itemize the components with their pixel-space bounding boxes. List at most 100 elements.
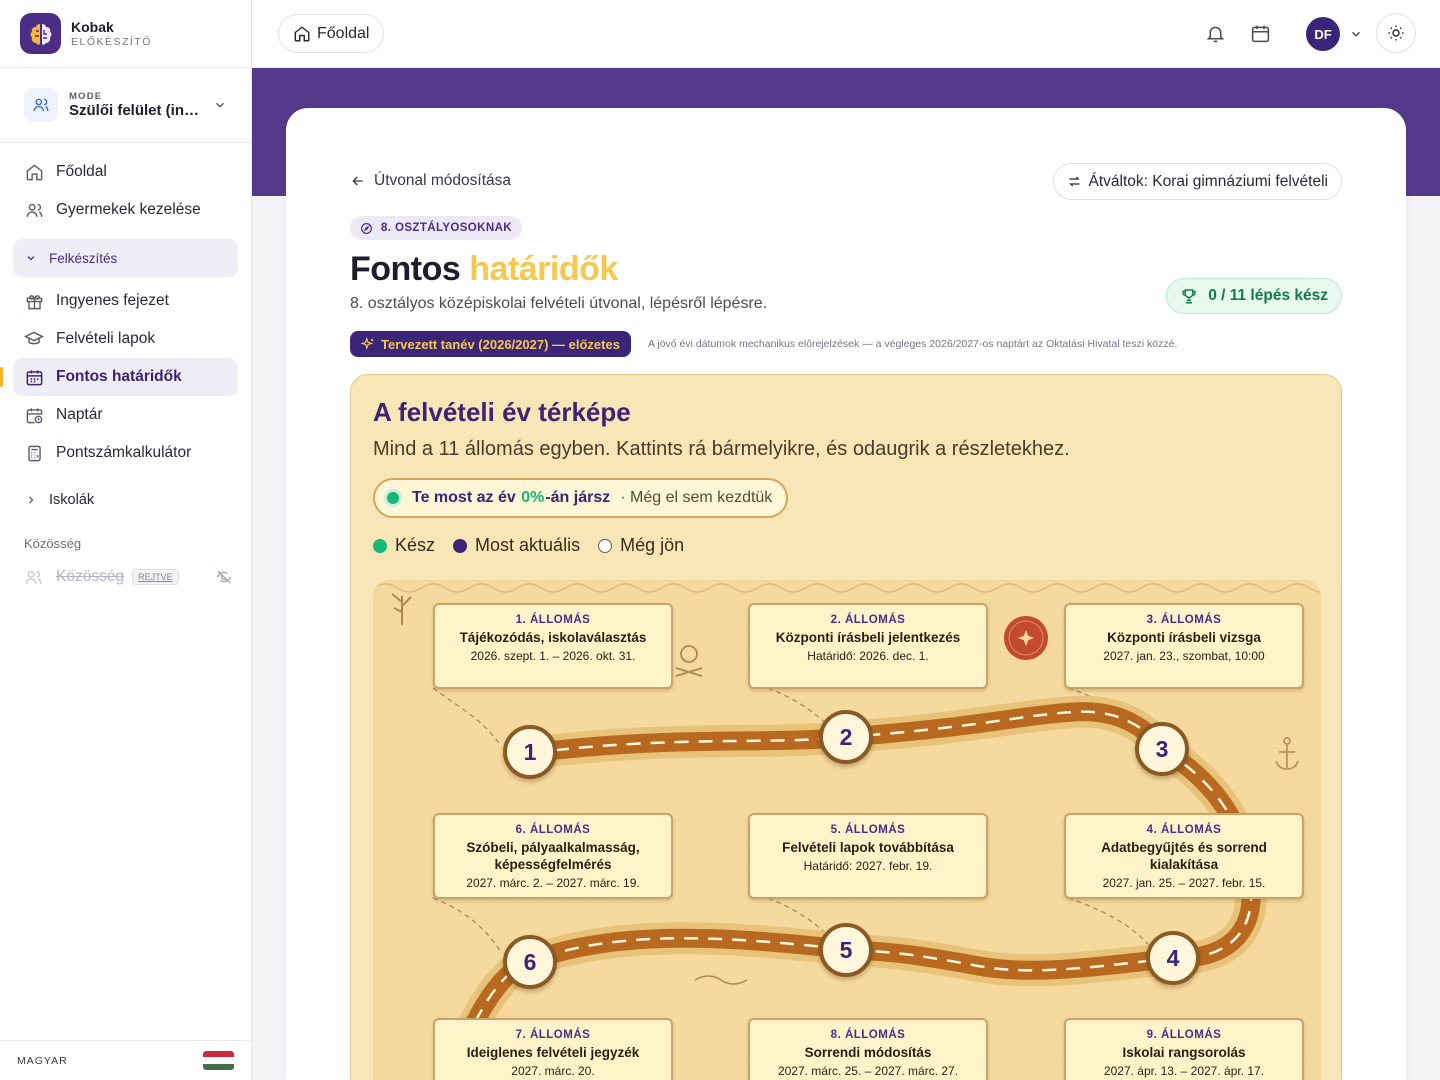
station-card-8[interactable]: 8. ÁLLOMÁS Sorrendi módosítás 2027. márc… xyxy=(748,1018,988,1080)
station-card-2[interactable]: 2. ÁLLOMÁS Központi írásbeli jelentkezés… xyxy=(748,603,988,689)
station-card-4[interactable]: 4. ÁLLOMÁS Adatbegyűjtés és sorrend kial… xyxy=(1064,813,1304,899)
topbar: Főoldal DF xyxy=(252,0,1440,68)
station-number: 6. ÁLLOMÁS xyxy=(515,824,591,836)
station-title: Szóbeli, pályaalkalmasság, képességfelmé… xyxy=(466,840,640,872)
station-date: Határidő: 2027. febr. 19. xyxy=(803,859,933,873)
station-date: 2027. jan. 23., szombat, 10:00 xyxy=(1103,649,1265,663)
planned-year-note: A jövő évi dátumok mechanikus előrejelzé… xyxy=(648,338,1178,350)
station-number: 3. ÁLLOMÁS xyxy=(1146,614,1222,626)
theme-toggle-button[interactable] xyxy=(1376,13,1416,53)
station-card-5[interactable]: 5. ÁLLOMÁS Felvételi lapok továbbítása H… xyxy=(748,813,988,899)
sidebar-item-label: Pontszámkalkulátor xyxy=(56,444,192,461)
sidebar-item-free-chapter[interactable]: Ingyenes fejezet xyxy=(13,282,238,320)
sidebar-footer: MAGYAR xyxy=(0,1040,251,1080)
chevron-down-icon[interactable] xyxy=(1349,27,1363,41)
calendar-icon[interactable] xyxy=(1250,23,1271,44)
station-title: Központi írásbeli jelentkezés xyxy=(775,630,961,645)
sidebar-item-label: Ingyenes fejezet xyxy=(56,292,169,309)
sparkles-icon xyxy=(361,337,374,350)
page-title-highlight: határidők xyxy=(469,250,618,288)
stop-marker-2[interactable]: 2 xyxy=(819,710,873,764)
sidebar-item-home[interactable]: Főoldal xyxy=(13,153,238,191)
brand-subtitle: ELŐKÉSZÍTŐ xyxy=(71,36,152,48)
station-date: 2027. márc. 20. xyxy=(511,1064,595,1078)
station-card-6[interactable]: 6. ÁLLOMÁS Szóbeli, pályaalkalmasság, ké… xyxy=(433,813,673,899)
stop-marker-4[interactable]: 4 xyxy=(1146,931,1200,985)
brand[interactable]: Kobak ELŐKÉSZÍTŐ xyxy=(0,0,251,68)
legend-done-label: Kész xyxy=(395,535,436,555)
legend-current-label: Most aktuális xyxy=(475,535,581,555)
sidebar-item-label: Közösség xyxy=(56,568,125,585)
mode-selector[interactable]: MODE Szülői felület (ing... xyxy=(0,68,251,143)
sidebar-item-deadlines[interactable]: Fontos határidők xyxy=(0,358,238,396)
sidebar-item-calendar[interactable]: Naptár xyxy=(13,396,238,434)
home-button[interactable]: Főoldal xyxy=(278,14,385,53)
sidebar-group-title: Közösség xyxy=(24,536,82,551)
sidebar-item-community[interactable]: Közösség REJTVE xyxy=(13,559,238,595)
station-card-7[interactable]: 7. ÁLLOMÁS Ideiglenes felvételi jegyzék … xyxy=(433,1018,673,1080)
sidebar-nav: Főoldal Gyermekek kezelése Felkészítés I… xyxy=(0,143,251,605)
sidebar-item-label: Felvételi lapok xyxy=(56,330,156,347)
legend-upcoming-dot xyxy=(598,538,613,553)
legend-current: Most aktuális xyxy=(453,535,580,556)
chevron-down-icon xyxy=(216,102,224,108)
legend-done-dot xyxy=(373,538,387,553)
avatar[interactable]: DF xyxy=(1306,17,1340,51)
legend-upcoming-label: Még jön xyxy=(620,535,685,555)
station-date: 2027. jan. 25. – 2027. febr. 15. xyxy=(1102,876,1266,890)
map-legend: Kész Most aktuális Még jön xyxy=(373,535,702,556)
mode-label: MODE xyxy=(69,91,103,102)
station-title: Központi írásbeli vizsga xyxy=(1107,630,1261,645)
page-title: Fontos határidők xyxy=(350,250,618,289)
hungarian-flag-icon[interactable] xyxy=(203,1051,234,1070)
stop-marker-5[interactable]: 5 xyxy=(819,923,873,977)
eye-off-icon[interactable] xyxy=(216,569,232,585)
back-link[interactable]: Útvonal módosítása xyxy=(350,172,511,190)
station-title: Ideiglenes felvételi jegyzék xyxy=(466,1045,640,1060)
compass-icon xyxy=(361,222,372,234)
users-icon xyxy=(24,88,58,122)
station-number: 9. ÁLLOMÁS xyxy=(1146,1029,1222,1041)
sidebar-item-calculator[interactable]: Pontszámkalkulátor xyxy=(13,434,238,472)
station-date: Határidő: 2026. dec. 1. xyxy=(807,649,929,663)
stop-marker-3[interactable]: 3 xyxy=(1135,722,1189,776)
station-title: Felvételi lapok továbbítása xyxy=(782,840,954,855)
status-text-a: Te most az év xyxy=(412,489,516,506)
calendar-clock-icon xyxy=(24,405,44,425)
map-title: A felvételi év térképe xyxy=(373,397,631,427)
stop-marker-6[interactable]: 6 xyxy=(503,935,557,989)
planned-year-badge: Tervezett tanév (2026/2027) — előzetes xyxy=(350,331,631,357)
sidebar-item-label: Naptár xyxy=(56,406,103,423)
station-card-9[interactable]: 9. ÁLLOMÁS Iskolai rangsorolás 2027. ápr… xyxy=(1064,1018,1304,1080)
sidebar-item-children[interactable]: Gyermekek kezelése xyxy=(13,191,238,229)
status-text-b: -án jársz xyxy=(545,489,611,506)
station-number: 5. ÁLLOMÁS xyxy=(830,824,906,836)
calendar-icon xyxy=(24,367,44,387)
sidebar-section-label: Felkészítés xyxy=(49,250,118,266)
sidebar-section-preparation[interactable]: Felkészítés xyxy=(13,239,238,277)
sun-icon xyxy=(1388,25,1404,41)
station-number: 1. ÁLLOMÁS xyxy=(515,614,591,626)
station-card-1[interactable]: 1. ÁLLOMÁS Tájékozódás, iskolaválasztás … xyxy=(433,603,673,689)
station-number: 4. ÁLLOMÁS xyxy=(1146,824,1222,836)
station-title: Sorrendi módosítás xyxy=(804,1045,932,1060)
station-title: Adatbegyűjtés és sorrend kialakítása xyxy=(1101,840,1267,872)
station-card-3[interactable]: 3. ÁLLOMÁS Központi írásbeli vizsga 2027… xyxy=(1064,603,1304,689)
home-icon xyxy=(24,162,44,182)
year-progress-status: Te most az év 0% -án jársz · Még el sem k… xyxy=(373,478,789,518)
station-number: 8. ÁLLOMÁS xyxy=(830,1029,906,1041)
hidden-badge: REJTVE xyxy=(132,569,179,585)
station-date: 2027. márc. 25. – 2027. márc. 27. xyxy=(777,1064,959,1078)
bell-icon[interactable] xyxy=(1205,23,1226,44)
sidebar-item-admission-sheets[interactable]: Felvételi lapok xyxy=(13,320,238,358)
station-number: 2. ÁLLOMÁS xyxy=(830,614,906,626)
brain-logo-icon xyxy=(20,13,61,54)
back-link-label: Útvonal módosítása xyxy=(374,172,511,189)
stop-marker-1[interactable]: 1 xyxy=(503,725,557,779)
treasure-map-board: 1 2 3 4 5 6 1. ÁLLOMÁS Tájékozódás, isko… xyxy=(373,580,1321,1080)
switch-route-label: Átváltok: Korai gimnáziumi felvételi xyxy=(1088,172,1329,190)
switch-route-button[interactable]: Átváltok: Korai gimnáziumi felvételi xyxy=(1052,163,1342,200)
sidebar-item-label: Fontos határidők xyxy=(56,368,182,385)
sidebar-item-schools[interactable]: Iskolák xyxy=(13,482,238,518)
legend-done: Kész xyxy=(373,535,435,556)
